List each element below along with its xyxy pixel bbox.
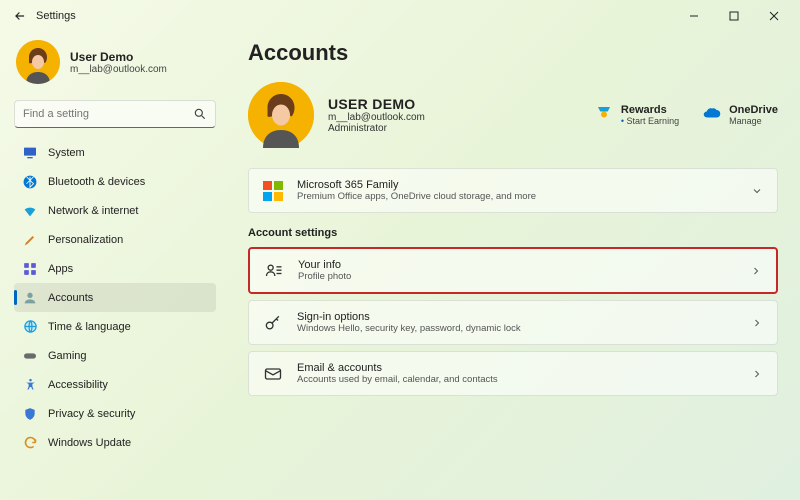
sidebar-item-gaming[interactable]: Gaming [14,341,216,370]
sidebar-item-label: System [48,147,85,159]
card-sub: Profile photo [298,271,351,282]
m365-card[interactable]: Microsoft 365 FamilyPremium Office apps,… [248,168,778,213]
sidebar: User Demo m__lab@outlook.com System Blue… [0,32,230,500]
sidebar-item-label: Windows Update [48,437,131,449]
sidebar-user-name: User Demo [70,50,167,64]
accessibility-icon [22,377,38,393]
rewards-tile[interactable]: RewardsStart Earning [595,104,679,126]
sidebar-item-label: Network & internet [48,205,138,217]
titlebar: Settings [0,0,800,32]
rewards-icon [595,104,613,122]
chevron-down-icon [751,185,763,197]
apps-icon [22,261,38,277]
search-input-wrapper[interactable] [14,100,216,128]
shield-icon [22,406,38,422]
system-icon [22,145,38,161]
card-sub: Windows Hello, security key, password, d… [297,323,521,334]
search-input[interactable] [23,108,193,120]
sidebar-nav: System Bluetooth & devices Network & int… [14,138,216,457]
m365-sub: Premium Office apps, OneDrive cloud stor… [297,191,536,202]
onedrive-icon [703,104,721,122]
rewards-title: Rewards [621,104,679,116]
avatar [16,40,60,84]
sidebar-item-update[interactable]: Windows Update [14,428,216,457]
main-panel: Accounts USER DEMO m__lab@outlook.com Ad… [230,32,800,500]
card-email-accounts[interactable]: Email & accountsAccounts used by email, … [248,351,778,396]
person-icon [22,290,38,306]
onedrive-sub: Manage [729,116,778,126]
close-button[interactable] [754,2,794,30]
sidebar-item-label: Accounts [48,292,93,304]
account-email: m__lab@outlook.com [328,112,425,123]
search-icon [193,107,207,121]
minimize-button[interactable] [674,2,714,30]
onedrive-title: OneDrive [729,104,778,116]
sidebar-item-accounts[interactable]: Accounts [14,283,216,312]
sidebar-item-apps[interactable]: Apps [14,254,216,283]
sidebar-item-label: Gaming [48,350,87,362]
onedrive-tile[interactable]: OneDriveManage [703,104,778,126]
sidebar-item-privacy[interactable]: Privacy & security [14,399,216,428]
account-role: Administrator [328,123,425,134]
mail-icon [263,364,283,384]
card-sub: Accounts used by email, calendar, and co… [297,374,498,385]
sidebar-item-label: Personalization [48,234,123,246]
sidebar-item-bluetooth[interactable]: Bluetooth & devices [14,167,216,196]
sidebar-item-label: Accessibility [48,379,108,391]
gamepad-icon [22,348,38,364]
sidebar-user-card[interactable]: User Demo m__lab@outlook.com [14,36,216,96]
back-button[interactable] [6,2,34,30]
card-title: Sign-in options [297,311,521,323]
card-your-info[interactable]: Your infoProfile photo [248,247,778,294]
sidebar-item-accessibility[interactable]: Accessibility [14,370,216,399]
card-title: Your info [298,259,351,271]
sidebar-item-time[interactable]: Time & language [14,312,216,341]
chevron-right-icon [750,265,762,277]
bluetooth-icon [22,174,38,190]
card-title: Email & accounts [297,362,498,374]
sidebar-item-network[interactable]: Network & internet [14,196,216,225]
globe-icon [22,319,38,335]
sidebar-item-label: Apps [48,263,73,275]
chevron-right-icon [751,317,763,329]
page-title: Accounts [248,40,778,66]
wifi-icon [22,203,38,219]
rewards-sub: Start Earning [621,116,679,126]
section-heading: Account settings [248,227,778,239]
key-icon [263,313,283,333]
your-info-icon [264,261,284,281]
account-avatar [248,82,314,148]
brush-icon [22,232,38,248]
window-title: Settings [36,10,76,22]
sidebar-item-label: Time & language [48,321,131,333]
sidebar-item-personalization[interactable]: Personalization [14,225,216,254]
update-icon [22,435,38,451]
sidebar-item-system[interactable]: System [14,138,216,167]
sidebar-item-label: Privacy & security [48,408,135,420]
m365-icon [263,181,283,201]
maximize-button[interactable] [714,2,754,30]
account-name: USER DEMO [328,96,425,112]
sidebar-user-email: m__lab@outlook.com [70,64,167,75]
sidebar-item-label: Bluetooth & devices [48,176,145,188]
account-header: USER DEMO m__lab@outlook.com Administrat… [248,82,778,148]
chevron-right-icon [751,368,763,380]
m365-title: Microsoft 365 Family [297,179,536,191]
card-signin-options[interactable]: Sign-in optionsWindows Hello, security k… [248,300,778,345]
